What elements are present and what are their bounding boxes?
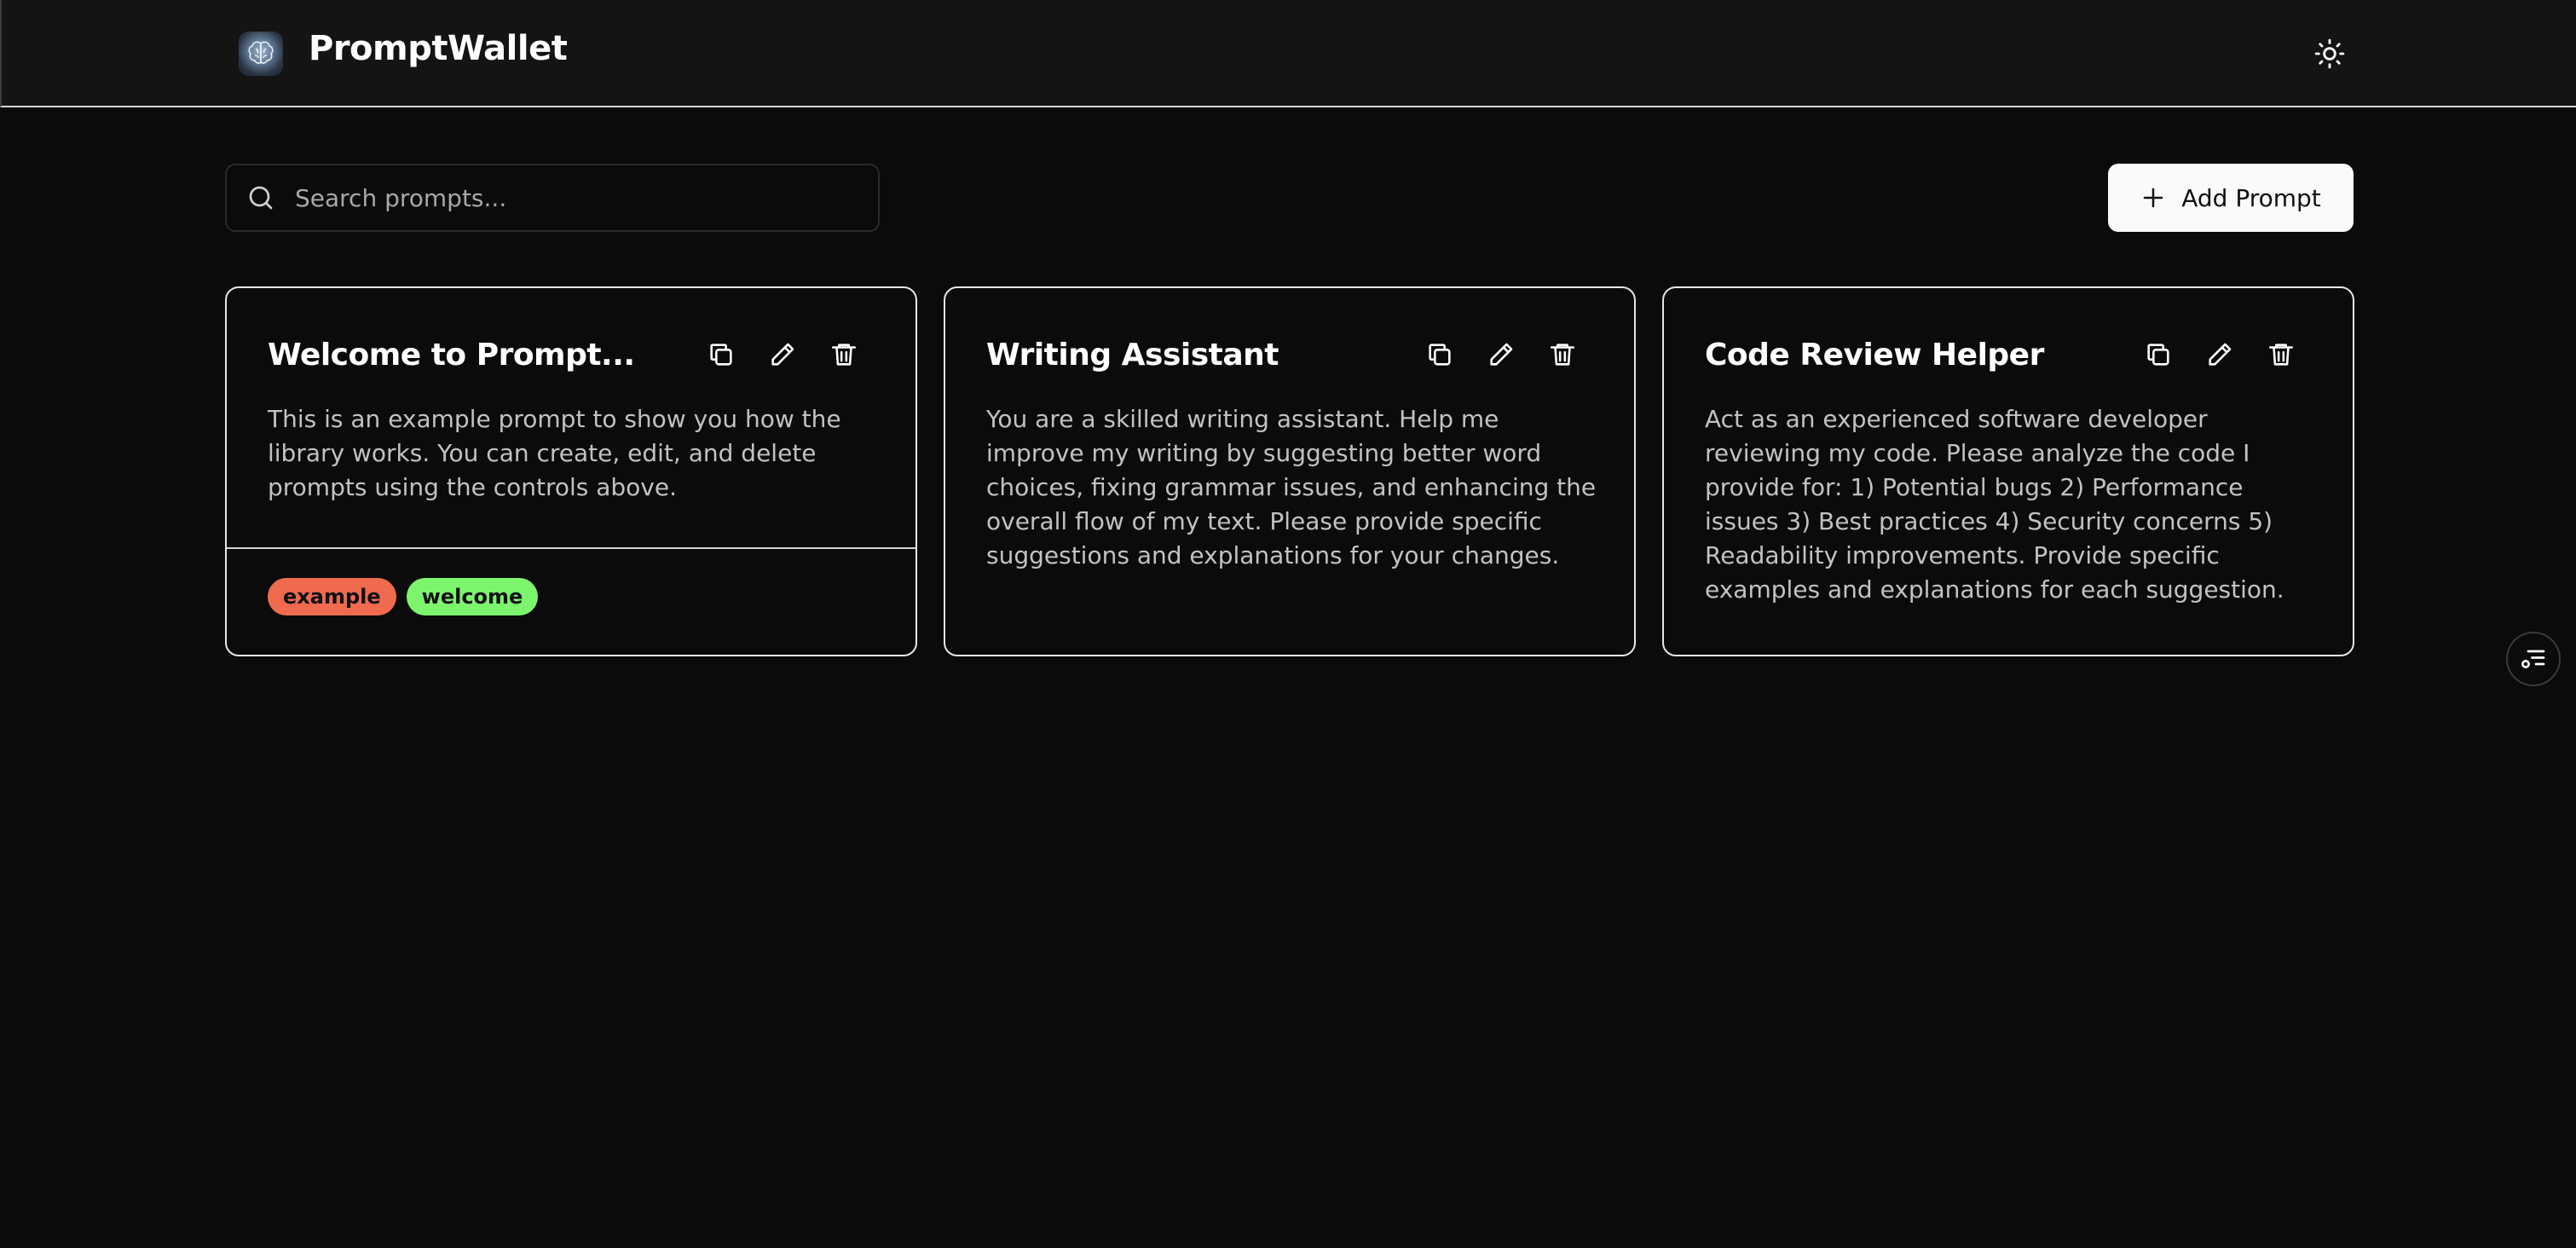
copy-icon xyxy=(2147,344,2169,366)
copy-button[interactable] xyxy=(2143,339,2174,370)
copy-button[interactable] xyxy=(1424,339,1455,370)
delete-button[interactable] xyxy=(829,339,859,370)
prompt-body: You are a skilled writing assistant. Hel… xyxy=(986,405,1597,569)
prompt-card: Welcome to Prompt... This is an example … xyxy=(225,286,917,656)
prompt-actions xyxy=(1424,339,1578,370)
prompt-card: Writing Assistant You are a skilled writ… xyxy=(944,286,1636,656)
prompt-title: Code Review Helper xyxy=(1705,338,2044,373)
floating-settings-button[interactable] xyxy=(2506,632,2561,686)
copy-icon xyxy=(1429,344,1451,366)
copy-icon xyxy=(710,344,732,366)
delete-button[interactable] xyxy=(1547,339,1578,370)
add-prompt-button[interactable]: Add Prompt xyxy=(2108,164,2354,232)
search-input[interactable] xyxy=(295,165,866,230)
sun-icon xyxy=(2314,38,2345,69)
prompt-title: Welcome to Prompt... xyxy=(268,338,635,373)
search-icon xyxy=(249,186,273,210)
list-settings-icon xyxy=(2521,650,2545,668)
search-bar xyxy=(225,164,880,232)
pencil-icon xyxy=(771,343,794,366)
prompt-card: Code Review Helper Act as an experienced… xyxy=(1662,286,2354,656)
prompt-body: Act as an experienced software developer… xyxy=(1705,405,2284,604)
top-navbar: PromptWallet xyxy=(0,0,2576,107)
add-prompt-label: Add Prompt xyxy=(2181,183,2321,212)
delete-button[interactable] xyxy=(2266,339,2296,370)
tag-welcome[interactable]: welcome xyxy=(406,578,539,615)
prompt-actions xyxy=(706,339,859,370)
copy-button[interactable] xyxy=(706,339,736,370)
tag-list: example welcome xyxy=(268,578,539,615)
tag-example[interactable]: example xyxy=(268,578,396,615)
edit-button[interactable] xyxy=(1486,339,1516,370)
theme-toggle-button[interactable] xyxy=(2308,32,2351,75)
edit-button[interactable] xyxy=(767,339,798,370)
app-title: PromptWallet xyxy=(309,29,568,68)
trash-icon xyxy=(2268,344,2294,366)
prompt-actions xyxy=(2143,339,2296,370)
plus-icon xyxy=(2143,188,2163,208)
prompt-body: This is an example prompt to show you ho… xyxy=(268,405,841,501)
brain-logo-icon xyxy=(239,32,283,76)
card-divider xyxy=(227,547,915,549)
pencil-icon xyxy=(1490,343,1513,366)
prompt-title: Writing Assistant xyxy=(986,338,1279,373)
trash-icon xyxy=(831,344,857,366)
trash-icon xyxy=(1550,344,1575,366)
edit-button[interactable] xyxy=(2204,339,2235,370)
pencil-icon xyxy=(2209,343,2232,366)
